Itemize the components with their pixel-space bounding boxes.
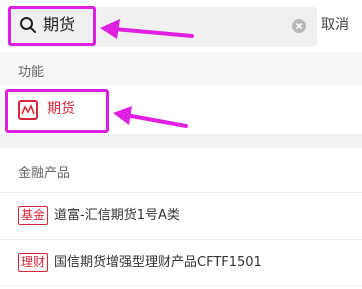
section-financial-label: 金融产品 <box>18 166 71 181</box>
product-name: 国信期货增强型理财产品CFTF1501 <box>54 255 262 270</box>
section-function-label: 功能 <box>18 65 45 80</box>
annotation-arrow-function <box>113 106 188 128</box>
cancel-button[interactable]: 取消 <box>321 16 349 34</box>
divider <box>0 286 362 287</box>
clear-icon[interactable] <box>292 19 306 33</box>
product-name: 道富-汇信期货1号A类 <box>54 208 180 223</box>
search-query-text[interactable]: 期货 <box>43 14 75 36</box>
futures-icon <box>18 100 38 120</box>
section-function-header <box>0 52 362 86</box>
product-tag-wealth: 理财 <box>18 253 49 272</box>
section-separator <box>0 134 362 148</box>
search-icon <box>20 17 36 33</box>
annotation-arrow-search <box>100 19 194 39</box>
function-item-label: 期货 <box>47 101 75 117</box>
product-tag-fund: 基金 <box>18 206 49 225</box>
